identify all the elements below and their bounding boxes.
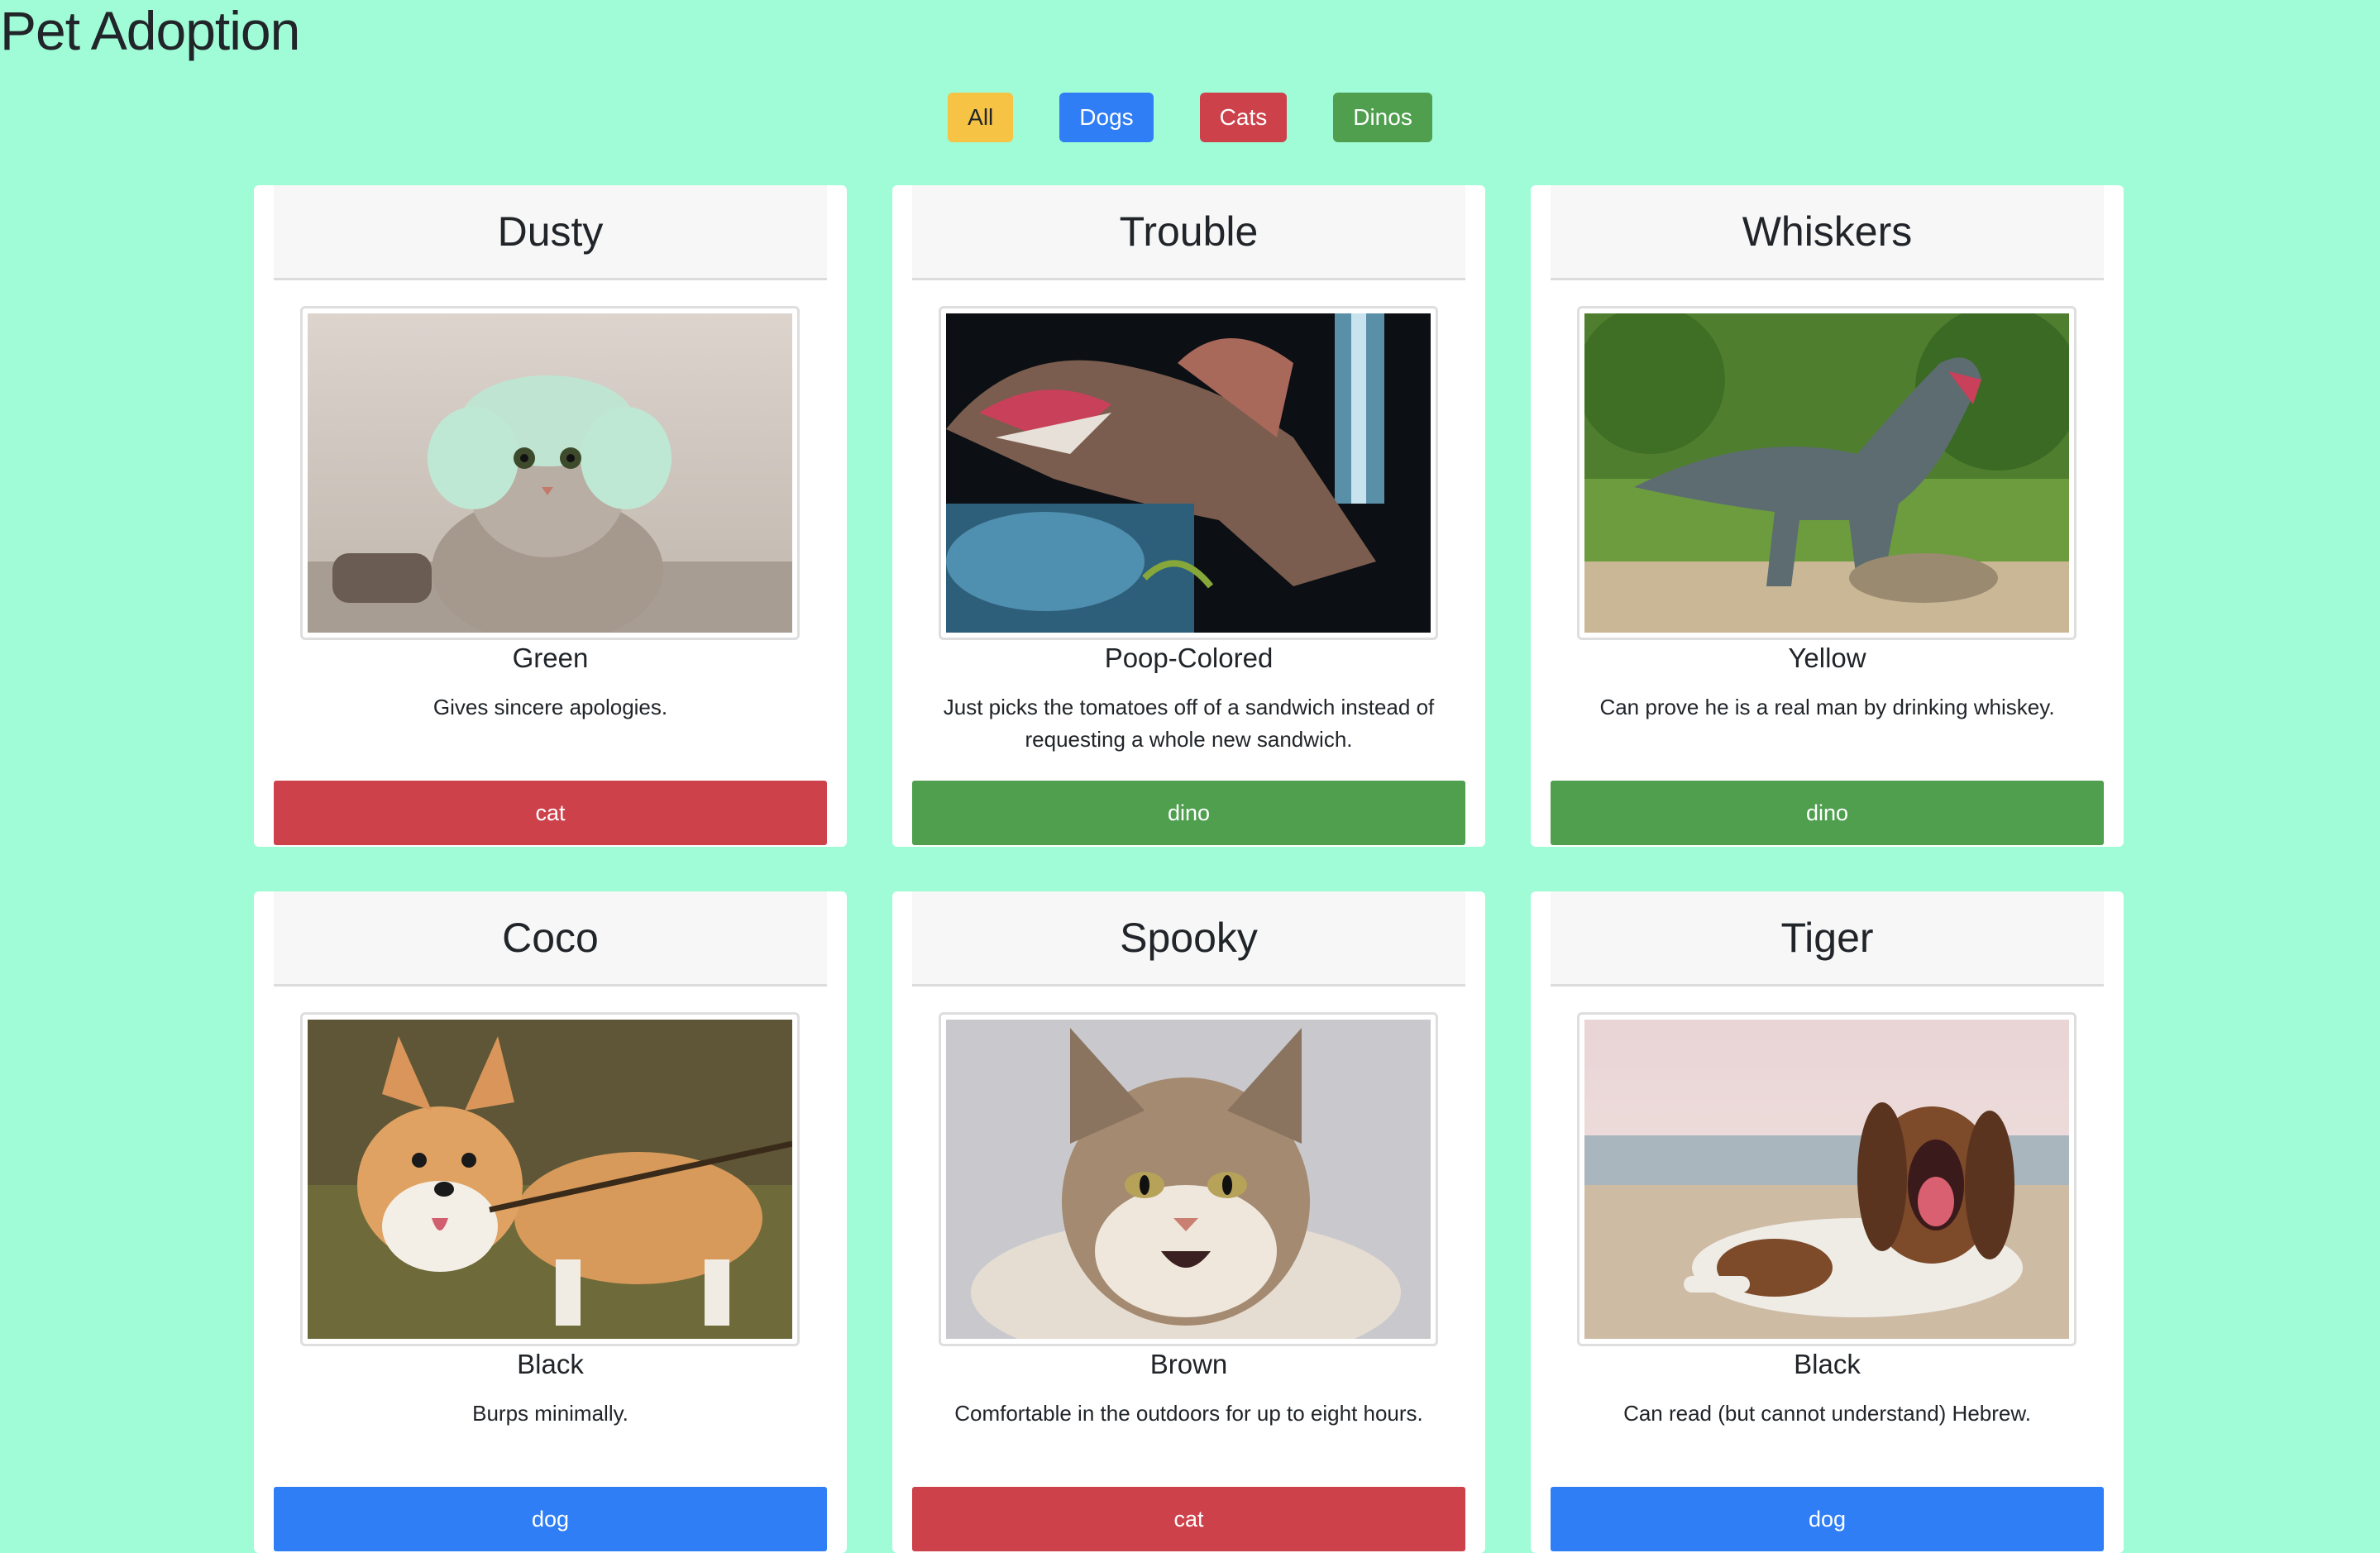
pet-description: Just picks the tomatoes off of a sandwic… — [943, 695, 1435, 752]
pet-photo — [946, 313, 1431, 633]
pet-card-header: Trouble — [912, 185, 1465, 280]
pet-photo-frame — [1577, 306, 2077, 640]
pet-color: Yellow — [1788, 643, 1866, 673]
pet-type-button[interactable]: dino — [1551, 781, 2104, 845]
pet-name: Spooky — [1120, 915, 1258, 961]
pet-name: Tiger — [1780, 915, 1874, 961]
pet-photo — [946, 1020, 1431, 1339]
pet-photo — [1584, 313, 2069, 633]
maine-coon-photo-illustration — [946, 1020, 1431, 1339]
pet-photo — [308, 313, 792, 633]
filter-bar: All Dogs Cats Dinos — [0, 93, 2380, 142]
pet-name: Whiskers — [1742, 208, 1913, 255]
pet-card: Coco Black Burps minimally. dog — [254, 891, 847, 1553]
pet-color: Black — [1794, 1349, 1861, 1379]
pet-type-button[interactable]: dog — [1551, 1487, 2104, 1551]
pet-photo-frame — [939, 306, 1438, 640]
cat-photo-illustration — [308, 313, 792, 633]
pet-description: Comfortable in the outdoors for up to ei… — [954, 1401, 1423, 1426]
pet-name: Trouble — [1119, 208, 1259, 255]
pet-type-button[interactable]: dog — [274, 1487, 827, 1551]
filter-all-button[interactable]: All — [948, 93, 1014, 142]
pet-photo — [1584, 1020, 2069, 1339]
pet-photo-frame — [1577, 1012, 2077, 1346]
pet-photo-frame — [300, 306, 800, 640]
pet-card: Dusty Green Gives sincere apologies. cat — [254, 185, 847, 847]
filter-cats-button[interactable]: Cats — [1199, 93, 1288, 142]
pet-type-button[interactable]: cat — [274, 781, 827, 845]
pet-photo-frame — [939, 1012, 1438, 1346]
t-rex-photo-illustration — [1584, 313, 2069, 633]
pet-card-header: Dusty — [274, 185, 827, 280]
pet-card-header: Tiger — [1551, 891, 2104, 987]
pet-description: Burps minimally. — [472, 1401, 628, 1426]
pet-photo-frame — [300, 1012, 800, 1346]
pet-type-button[interactable]: cat — [912, 1487, 1465, 1551]
pet-description: Gives sincere apologies. — [433, 695, 668, 719]
pet-color: Green — [512, 643, 589, 673]
corgi-photo-illustration — [308, 1020, 792, 1339]
dinosaur-photo-illustration — [946, 313, 1431, 633]
pet-color: Black — [517, 1349, 584, 1379]
pet-color: Poop-Colored — [1104, 643, 1274, 673]
pet-type-button[interactable]: dino — [912, 781, 1465, 845]
filter-dogs-button[interactable]: Dogs — [1059, 93, 1154, 142]
pet-description: Can prove he is a real man by drinking w… — [1599, 695, 2055, 719]
pet-description: Can read (but cannot understand) Hebrew. — [1623, 1401, 2031, 1426]
pet-card-header: Coco — [274, 891, 827, 987]
pet-name: Coco — [502, 915, 599, 961]
pet-card-header: Whiskers — [1551, 185, 2104, 280]
pet-card: Trouble Poop-Colored Just picks the toma… — [892, 185, 1485, 847]
pet-color: Brown — [1149, 1349, 1228, 1379]
pet-card: Whiskers Yellow Can prove he is a real m… — [1531, 185, 2124, 847]
pet-card: Spooky Brown Comfortable in the outdoors… — [892, 891, 1485, 1553]
pet-card-grid: Dusty Green Gives sincere apologies. cat… — [254, 185, 2124, 1553]
basset-hound-photo-illustration — [1584, 1020, 2069, 1339]
filter-dinos-button[interactable]: Dinos — [1333, 93, 1432, 142]
pet-card-header: Spooky — [912, 891, 1465, 987]
pet-card: Tiger Black Can read (but cannot underst… — [1531, 891, 2124, 1553]
pet-photo — [308, 1020, 792, 1339]
page-title: Pet Adoption — [0, 0, 300, 61]
pet-name: Dusty — [497, 208, 604, 255]
